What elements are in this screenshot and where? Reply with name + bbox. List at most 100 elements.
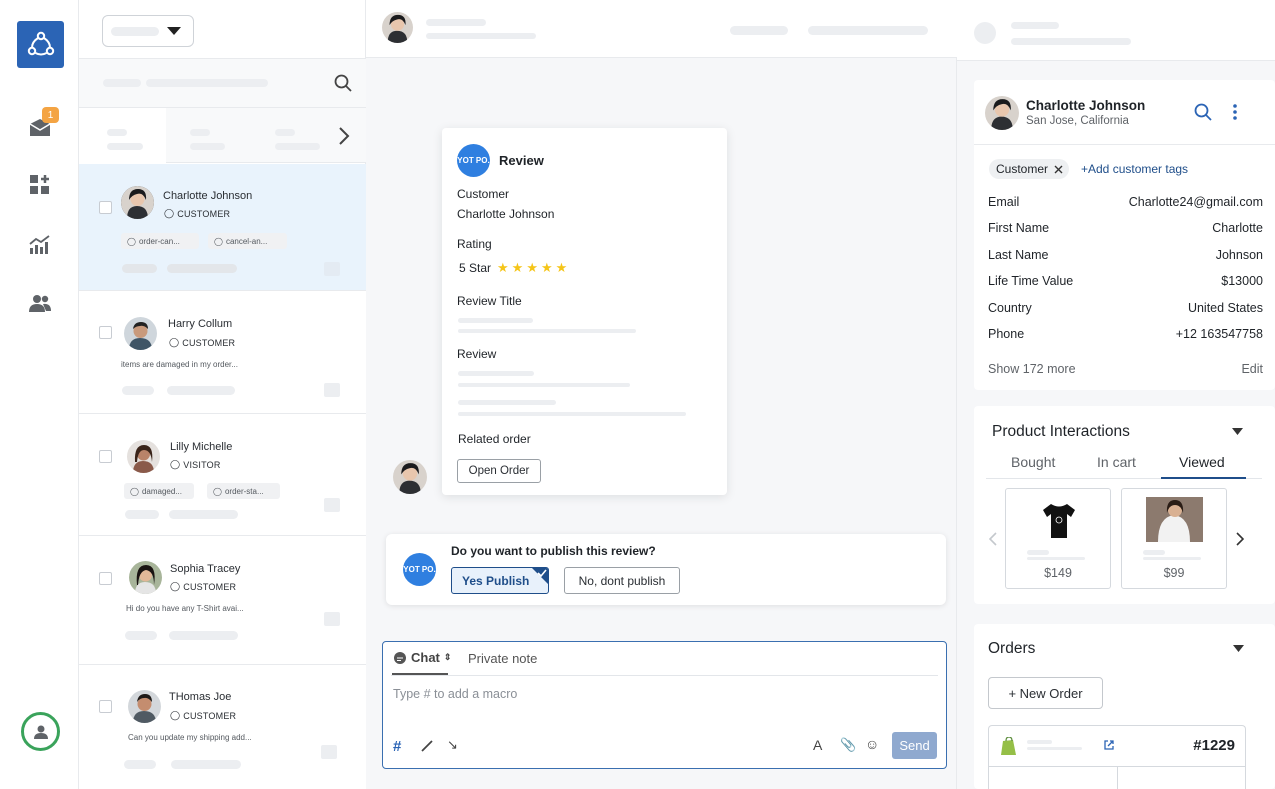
field-label-ltv: Life Time Value (988, 274, 1074, 288)
chat-panel: YOT PO. Review Customer Charlotte Johnso… (366, 0, 957, 789)
product-placeholder (1027, 557, 1085, 560)
header-placeholder (974, 22, 996, 44)
star-icon: ★ (497, 260, 509, 275)
field-label-first-name: First Name (988, 221, 1050, 235)
conversation-item[interactable]: Charlotte Johnson ◯ CUSTOMER ◯ order-can… (79, 164, 366, 291)
hoodie-product-image (1146, 497, 1203, 542)
review-label: Review (457, 347, 497, 361)
order-row[interactable]: #1229 (988, 725, 1246, 789)
agent-profile-button[interactable] (21, 712, 60, 751)
order-number: #1229 (1193, 737, 1235, 754)
add-customer-tags-link[interactable]: +Add customer tags (1081, 162, 1188, 176)
conversation-item[interactable]: Lilly Michelle ◯ VISITOR ◯ damaged... ◯ … (79, 414, 366, 536)
select-checkbox[interactable] (99, 700, 112, 713)
header-action-placeholder[interactable] (808, 26, 928, 35)
close-icon[interactable] (1054, 165, 1063, 174)
logo-icon (27, 31, 54, 55)
chat-mode-tab[interactable]: Chat ⇕ (393, 650, 451, 665)
product-placeholder (1027, 550, 1049, 555)
star-icon: ★ (511, 260, 524, 275)
send-button[interactable]: Send (892, 732, 937, 759)
users-icon (29, 295, 51, 312)
select-checkbox[interactable] (99, 326, 112, 339)
select-checkbox[interactable] (99, 201, 112, 214)
pencil-icon[interactable] (420, 739, 434, 753)
user-avatar-icon (33, 725, 48, 739)
select-checkbox[interactable] (99, 450, 112, 463)
product-card[interactable]: $99 (1121, 488, 1227, 589)
field-value-country: United States (1187, 301, 1263, 315)
composer-divider (391, 675, 938, 676)
inbox-badge: 1 (42, 107, 59, 123)
contact-role: ◯ CUSTOMER (170, 581, 236, 592)
conversation-search-bar[interactable] (79, 58, 366, 108)
header-action-placeholder[interactable] (730, 26, 788, 35)
customer-tag: Customer (989, 159, 1070, 179)
select-checkbox[interactable] (99, 572, 112, 585)
conversation-tag[interactable]: ◯ cancel-an... (208, 233, 287, 249)
avatar (129, 561, 162, 594)
customer-label: Customer (457, 187, 510, 201)
field-value-first-name: Charlotte (1212, 221, 1263, 235)
search-icon[interactable] (334, 74, 352, 92)
magic-wand-icon[interactable]: ↘ (447, 737, 458, 753)
open-order-button[interactable]: Open Order (457, 459, 541, 483)
tab-bought[interactable]: Bought (1011, 454, 1055, 470)
contact-role-label: CUSTOMER (183, 581, 237, 592)
tab-placeholder (275, 143, 320, 150)
apps-nav-button[interactable] (26, 171, 54, 199)
no-publish-button[interactable]: No, dont publish (564, 567, 680, 594)
conversation-item[interactable]: Harry Collum ◯ CUSTOMER items are damage… (79, 291, 366, 414)
contact-name: THomas Joe (169, 691, 232, 703)
chat-tab-label: Chat (411, 650, 440, 665)
search-icon[interactable] (1194, 103, 1212, 121)
customer-location: San Jose, California (1026, 115, 1129, 127)
field-value-email: Charlotte24@gmail.com (1128, 195, 1263, 209)
star-icon: ★ (555, 260, 568, 275)
field-label-email: Email (988, 195, 1020, 209)
external-link-icon[interactable] (1104, 740, 1114, 750)
product-placeholder (1143, 550, 1165, 555)
chevron-right-icon[interactable] (338, 126, 350, 146)
yes-publish-button[interactable]: Yes Publish (451, 567, 549, 594)
conversation-tag[interactable]: ◯ order-sta... (207, 483, 280, 499)
orders-title: Orders (988, 640, 1036, 657)
product-card[interactable]: $149 (1005, 488, 1111, 589)
more-options-icon[interactable] (1232, 103, 1238, 121)
conversation-item[interactable]: THomas Joe ◯ CUSTOMER Can you update my … (79, 665, 366, 789)
text-format-icon[interactable]: A (813, 737, 822, 753)
customer-panel: Charlotte Johnson San Jose, California C… (957, 0, 1275, 789)
tab-viewed[interactable]: Viewed (1179, 454, 1225, 470)
inbox-filter-dropdown[interactable] (102, 15, 194, 47)
show-more-link[interactable]: Show 172 more (988, 362, 1076, 376)
field-label-country: Country (988, 301, 1032, 315)
tab-active[interactable] (79, 108, 166, 163)
customers-nav-button[interactable] (26, 289, 54, 317)
private-note-tab[interactable]: Private note (468, 651, 537, 666)
tab-in-cart[interactable]: In cart (1097, 454, 1136, 470)
caret-down-icon[interactable] (1233, 645, 1244, 653)
rating-value: 5 Star (459, 261, 492, 275)
chevron-left-icon[interactable] (989, 532, 997, 546)
meta-placeholder (122, 264, 157, 273)
contact-role-label: VISITOR (183, 459, 221, 470)
analytics-nav-button[interactable] (26, 231, 54, 259)
product-price: $149 (1044, 566, 1072, 580)
caret-down-icon[interactable] (1232, 428, 1243, 436)
avatar (128, 690, 161, 723)
meta-placeholder (167, 386, 235, 395)
edit-link[interactable]: Edit (1241, 362, 1263, 376)
divider (974, 144, 1275, 145)
meta-placeholder (122, 386, 154, 395)
conversation-tag[interactable]: ◯ order-can... (121, 233, 199, 249)
conversation-tag[interactable]: ◯ damaged... (124, 483, 194, 499)
meta-placeholder (124, 760, 156, 769)
emoji-icon[interactable]: ☺ (865, 736, 879, 752)
conversation-item[interactable]: Sophia Tracey ◯ CUSTOMER Hi do you have … (79, 536, 366, 665)
new-order-button[interactable]: + New Order (988, 677, 1103, 709)
message-input[interactable]: Type # to add a macro (393, 687, 517, 701)
paperclip-icon[interactable]: 📎 (840, 737, 856, 753)
hashtag-macro-icon[interactable]: # (393, 738, 401, 755)
chevron-right-icon[interactable] (1236, 532, 1244, 546)
app-logo[interactable] (17, 21, 64, 68)
